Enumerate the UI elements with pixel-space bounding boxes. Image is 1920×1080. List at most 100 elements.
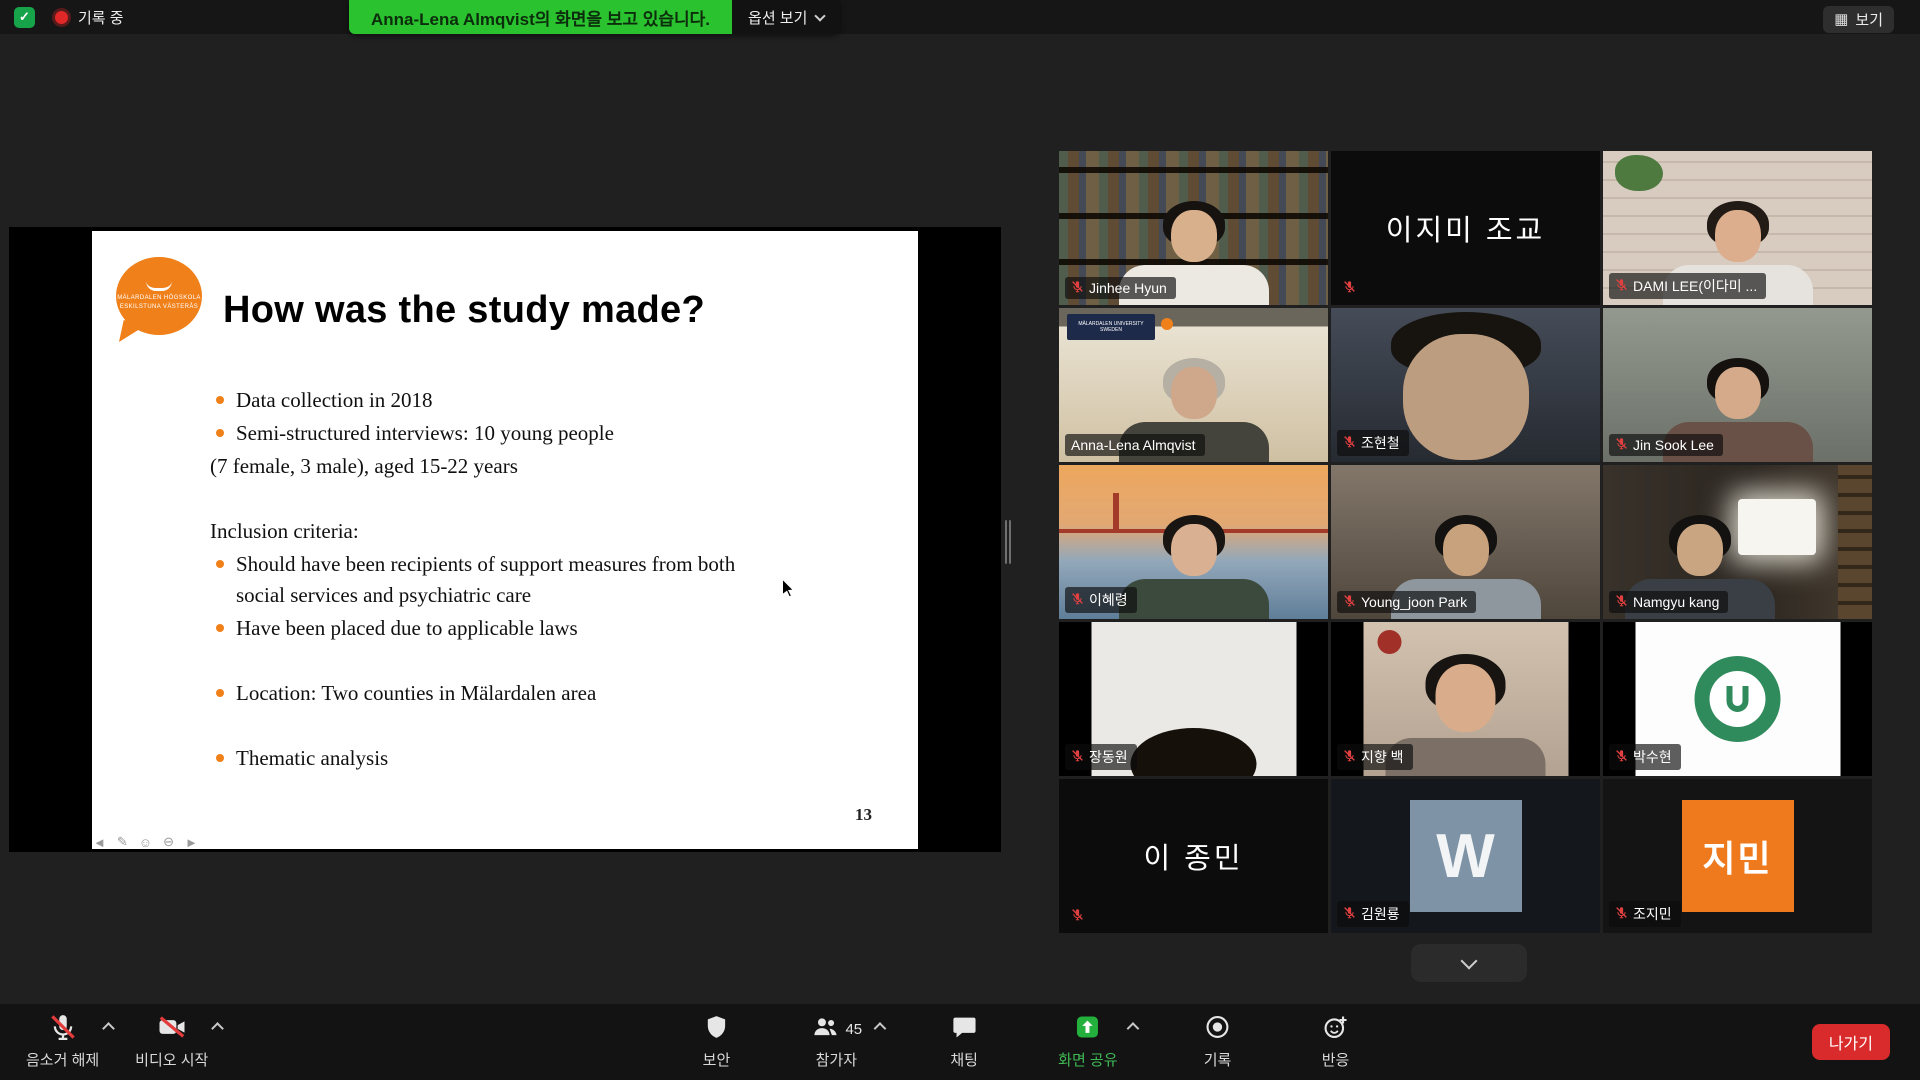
participant-nametag [1337,277,1362,299]
participants-label: 참가자 [816,1049,857,1070]
toolbar-left-group: 음소거 해제 비디오 시작 [18,1013,216,1070]
unmute-button[interactable]: 음소거 해제 [18,1013,107,1070]
participant-nametag: 이혜령 [1065,587,1137,613]
view-options-button[interactable]: 옵션 보기 [732,0,840,34]
slide-bullet: Should have been recipients of support m… [210,549,750,611]
participant-name: Anna-Lena Almqvist [1071,437,1196,453]
participant-name: Jinhee Hyun [1089,280,1167,296]
muted-mic-icon [1615,906,1628,922]
muted-mic-icon [1343,749,1356,765]
annotation-minus-icon[interactable]: ⊖ [163,834,174,850]
meeting-toolbar: 음소거 해제 비디오 시작 보안 45 [0,1004,1920,1080]
participant-nametag: 조지민 [1609,901,1681,927]
annotation-arrow-right-icon[interactable]: ► [185,835,198,850]
collapse-grid-button[interactable] [1411,944,1527,982]
participant-nametag: Jin Sook Lee [1609,434,1723,456]
shared-screen-area: MÄLARDALEN HÖGSKOLA ESKILSTUNA VÄSTERÅS … [9,227,1001,852]
bullet-icon [216,689,224,697]
caret-up-icon[interactable] [1127,1022,1140,1035]
muted-mic-icon [1343,280,1356,296]
muted-mic-icon [1071,749,1084,765]
participant-tile[interactable]: Namgyu kang [1603,465,1872,619]
view-button-label: 보기 [1855,9,1883,30]
start-video-button[interactable]: 비디오 시작 [127,1013,216,1070]
panel-resize-handle[interactable] [1005,520,1013,564]
muted-mic-icon [1071,592,1084,608]
logo-text-1: MÄLARDALEN HÖGSKOLA [117,295,201,302]
participant-nametag [1065,905,1090,927]
person-silhouette [1119,515,1269,619]
participant-nametag: 박수현 [1609,744,1681,770]
chat-button[interactable]: 채팅 [932,1013,996,1070]
slide-text-line: (7 female, 3 male), aged 15-22 years [210,451,750,482]
participant-nametag: Anna-Lena Almqvist [1065,434,1205,456]
annotation-pen-icon[interactable]: ✎ [117,834,128,850]
participant-nametag: Jinhee Hyun [1065,277,1176,299]
avatar-letter: W [1436,821,1495,892]
shield-icon [703,1013,729,1046]
muted-mic-icon [1615,437,1628,453]
participant-tile[interactable]: DAMI LEE(이다미 ... [1603,151,1872,305]
participants-button[interactable]: 45 참가자 [802,1013,878,1070]
participant-tile[interactable]: 조현철 [1331,308,1600,462]
participant-tile[interactable]: 지향 백 [1331,622,1600,776]
caret-up-icon[interactable] [102,1022,115,1035]
caret-up-icon[interactable] [211,1022,224,1035]
participant-name: 장동원 [1089,747,1128,767]
university-logo: MÄLARDALEN HÖGSKOLA ESKILSTUNA VÄSTERÅS [116,257,206,343]
participant-tile[interactable]: 장동원 [1059,622,1328,776]
participant-nametag: 지향 백 [1337,744,1413,770]
annotation-arrow-left-icon[interactable]: ◄ [93,835,106,850]
participants-count: 45 [845,1021,862,1038]
slide-bullet: Data collection in 2018 [210,385,750,416]
participant-tile[interactable]: Young_joon Park [1331,465,1600,619]
participant-name: 이 종민 [1059,779,1328,933]
muted-mic-icon [1343,594,1356,610]
muted-mic-icon [1615,278,1628,294]
slide-body: Data collection in 2018 Semi-structured … [210,383,750,774]
muted-mic-icon [1071,908,1084,924]
muted-mic-icon [1071,280,1084,296]
slide-bullet: Thematic analysis [210,743,750,774]
participant-tile[interactable]: 지민 조지민 [1603,779,1872,933]
participant-tile[interactable]: Jin Sook Lee [1603,308,1872,462]
view-button[interactable]: ▦ 보기 [1823,6,1894,33]
participant-name: 김원룡 [1361,904,1400,924]
participant-nametag: Young_joon Park [1337,591,1476,613]
participants-icon [810,1013,840,1046]
record-button[interactable]: 기록 [1186,1013,1250,1070]
recording-dot-icon [55,11,68,24]
participant-tile[interactable]: 이혜령 [1059,465,1328,619]
participant-tile[interactable]: 박수현 [1603,622,1872,776]
recording-label: 기록 중 [78,7,124,28]
avatar: W [1410,800,1522,912]
participant-nametag: DAMI LEE(이다미 ... [1609,273,1766,299]
bullet-icon [216,754,224,762]
annotation-smiley-icon[interactable]: ☺ [139,835,152,850]
head-top [1131,728,1257,776]
screen-share-banner-text: Anna-Lena Almqvist의 화면을 보고 있습니다. [349,0,732,34]
participant-tile[interactable]: 이 종민 [1059,779,1328,933]
logo-dot [1161,318,1173,330]
participant-tile[interactable]: W 김원룡 [1331,779,1600,933]
share-screen-button[interactable]: 화면 공유 [1050,1013,1131,1070]
view-options-label: 옵션 보기 [748,7,807,28]
mouse-cursor-icon [780,578,796,603]
leave-meeting-button[interactable]: 나가기 [1812,1024,1890,1060]
presentation-slide: MÄLARDALEN HÖGSKOLA ESKILSTUNA VÄSTERÅS … [92,231,918,849]
reactions-button[interactable]: 반응 [1304,1013,1368,1070]
participant-video-grid: Jinhee Hyun 이지미 조교 DAMI LEE(이다미 ... [1059,151,1872,933]
participant-tile[interactable]: Jinhee Hyun [1059,151,1328,305]
share-screen-label: 화면 공유 [1058,1049,1117,1070]
caret-up-icon[interactable] [873,1022,886,1035]
participant-tile-active-speaker[interactable]: MÄLARDALEN UNIVERSITY SWEDEN Anna-Lena A… [1059,308,1328,462]
participant-name: Jin Sook Lee [1633,437,1714,453]
participant-nametag: 장동원 [1065,744,1137,770]
participant-tile[interactable]: 이지미 조교 [1331,151,1600,305]
bullet-icon [216,624,224,632]
chevron-down-icon [1461,952,1478,969]
recording-indicator: 기록 중 [55,7,124,28]
top-left-indicators: ✓ 기록 중 [14,0,124,34]
encryption-shield-icon[interactable]: ✓ [14,7,35,28]
security-button[interactable]: 보안 [684,1013,748,1070]
